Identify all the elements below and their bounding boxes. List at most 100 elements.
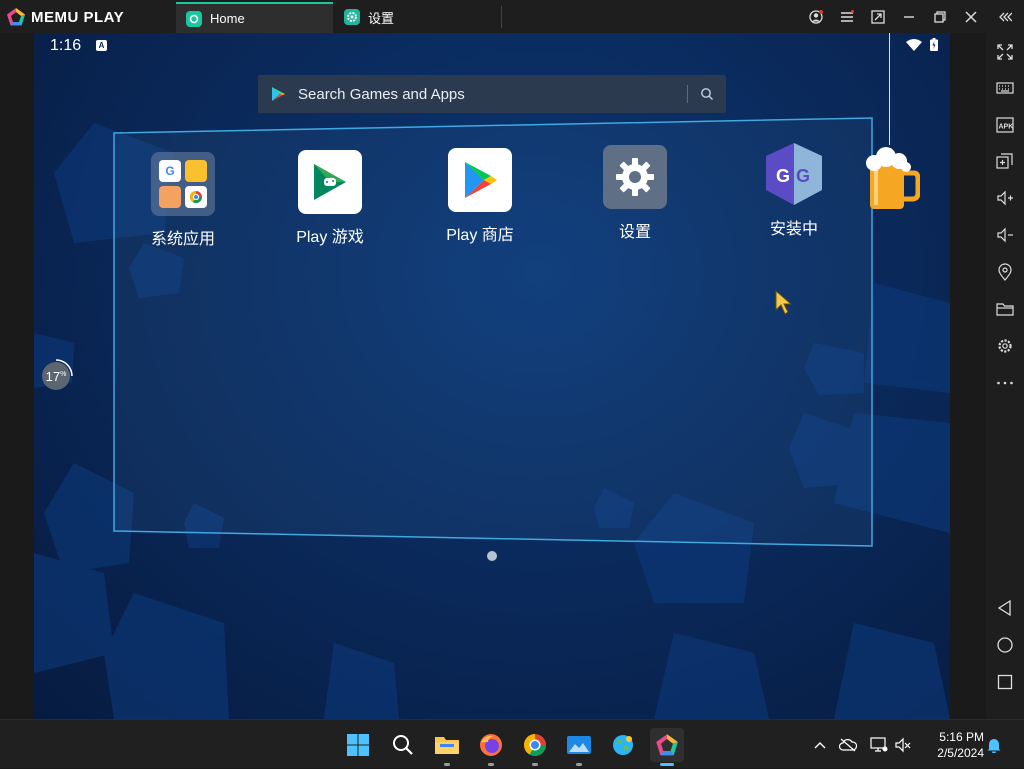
keyboard-button[interactable] [986,74,1024,102]
close-button[interactable] [955,0,986,33]
app-installing[interactable]: G G 安装中 [739,142,849,239]
photos-icon [567,736,591,754]
volume-down-icon [997,227,1013,243]
windows-taskbar: 5:16 PM 2/5/2024 [0,719,1024,768]
chevron-up-icon [814,741,826,748]
back-icon [997,599,1011,617]
close-icon [964,10,977,23]
svg-text:G: G [776,166,790,186]
tab-settings[interactable]: 设置 [334,6,502,28]
onedrive-button[interactable] [830,738,866,752]
memu-logo: MEMU PLAY [6,7,124,27]
bell-icon [987,738,1001,753]
running-indicator [576,763,582,766]
shared-folder-button[interactable] [986,295,1024,323]
file-explorer-icon [435,737,459,754]
gear-icon [344,9,360,25]
menu-button[interactable] [831,0,862,33]
active-indicator [660,763,674,766]
beer-mug-icon[interactable] [864,143,920,211]
restore-icon [933,10,946,23]
network-icon [870,736,888,752]
network-button[interactable] [866,736,892,753]
volume-up-button[interactable] [986,184,1024,212]
location-button[interactable] [986,258,1024,286]
android-home-button[interactable] [986,631,1024,659]
emulator-settings-button[interactable] [986,332,1024,360]
tab-settings-label: 设置 [368,10,395,26]
more-tools-button[interactable] [986,369,1024,397]
menu-icon [840,9,854,22]
google-icon: G [159,160,181,182]
app-name: MEMU PLAY [31,8,125,26]
app-label: 设置 [618,224,651,241]
notes-icon [185,160,207,182]
collapse-sidebar-button[interactable] [986,0,1024,33]
taskbar-chrome[interactable] [518,728,552,766]
clock[interactable]: 5:16 PM 2/5/2024 [937,729,984,761]
taskbar-globe-app[interactable] [606,728,640,762]
running-indicator [532,763,538,766]
android-back-button[interactable] [986,594,1024,622]
apk-install-button[interactable]: APK [986,111,1024,139]
screen-fit-button[interactable] [862,0,893,33]
account-button[interactable] [800,0,831,33]
clock-date: 2/5/2024 [937,746,984,760]
window-controls [800,0,1024,33]
recents-icon [997,674,1013,690]
app-label: Play 商店 [446,227,514,244]
side-toolbar: APK [986,33,1024,719]
app-play-store[interactable]: Play 商店 [425,148,535,245]
mouse-cursor-icon [775,290,793,315]
app-play-games[interactable]: Play 游戏 [275,150,385,247]
volume-button[interactable] [892,737,914,753]
taskbar-search-button[interactable] [386,728,420,762]
taskbar-firefox[interactable] [474,728,508,766]
tab-home[interactable]: Home [176,2,333,33]
app-system-apps[interactable]: G 系统应用 [128,152,238,249]
android-recents-button[interactable] [986,668,1024,696]
start-button[interactable] [341,728,375,762]
volume-down-button[interactable] [986,221,1024,249]
settings-icon [998,339,1012,353]
screen-fit-icon [870,9,885,24]
taskbar-file-explorer[interactable] [430,728,464,766]
boost-unit: % [60,370,67,378]
minimize-icon [903,15,914,18]
search-icon [393,735,413,755]
chrome-icon [524,734,546,756]
android-screen[interactable]: 1:16 A Search Games and Apps G 系统应用 Play… [34,33,950,719]
multi-instance-button[interactable] [986,147,1024,175]
running-indicator [488,763,494,766]
tab-home-label: Home [210,11,245,26]
minimize-button[interactable] [893,0,924,33]
memory-boost-button[interactable]: 17% [38,358,74,394]
beer-hanging-string [889,33,890,145]
location-icon [998,263,1012,281]
taskbar-memu[interactable] [650,728,684,766]
globe-icon [613,735,633,755]
play-store-icon [448,148,512,212]
chrome-icon [185,186,207,208]
app-settings[interactable]: 设置 [580,145,690,242]
memu-logo-icon [7,8,25,26]
files-icon [159,186,181,208]
restore-button[interactable] [924,0,955,33]
clock-time: 5:16 PM [939,730,984,744]
more-icon [997,381,1013,385]
apk-label: APK [999,124,1014,131]
fullscreen-button[interactable] [986,38,1024,66]
cloud-offline-icon [839,738,857,751]
boost-value: 17 [45,368,61,384]
fullscreen-icon [997,44,1013,60]
windows-start-icon [347,734,369,756]
app-label: 安装中 [769,221,818,238]
app-label: Play 游戏 [296,229,364,246]
show-hidden-icons-button[interactable] [810,741,830,749]
notifications-button[interactable] [986,720,1002,769]
folder-icon [996,303,1014,316]
taskbar-photos[interactable] [562,728,596,766]
add-window-icon [996,153,1013,169]
settings-icon [603,145,667,209]
page-indicator-dot[interactable] [487,551,497,561]
